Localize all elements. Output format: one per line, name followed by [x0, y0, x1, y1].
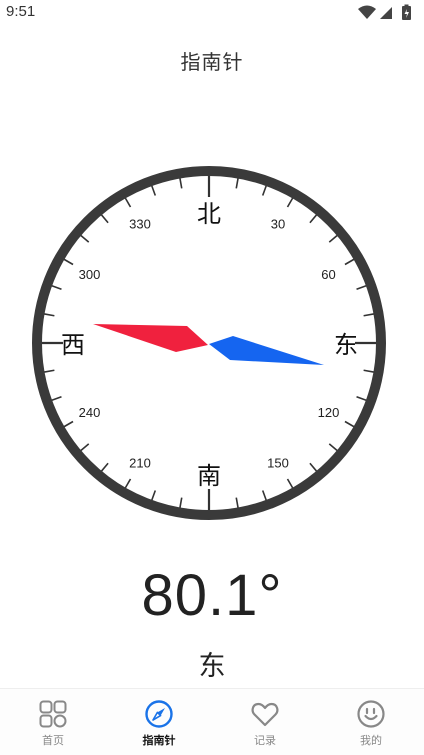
compass-tick	[261, 184, 268, 196]
nav-item-profile[interactable]: 我的	[318, 689, 424, 755]
compass-tick	[328, 234, 339, 243]
compass-tick	[286, 478, 294, 489]
page-title: 指南针	[180, 50, 244, 74]
compass-tick	[309, 462, 318, 473]
degree-label: 60	[321, 267, 335, 282]
status-icons	[358, 4, 411, 20]
nav-label-profile: 我的	[360, 734, 382, 747]
compass-icon	[145, 700, 173, 728]
compass-tick	[124, 478, 132, 489]
degree-label: 300	[79, 267, 101, 282]
status-time: 9:51	[6, 3, 36, 20]
compass-tick	[356, 284, 368, 291]
grid-home-icon	[39, 700, 67, 728]
nav-label-home: 首页	[42, 734, 64, 747]
wifi-icon	[358, 5, 376, 19]
compass-tick	[150, 184, 157, 196]
compass-tick	[235, 177, 239, 189]
compass-tick	[344, 420, 355, 428]
compass-tick	[235, 497, 239, 509]
smiley-profile-icon	[357, 700, 385, 728]
compass-tick	[328, 443, 339, 452]
heading-reading: 80.1°	[141, 563, 283, 628]
compass-tick	[100, 213, 109, 224]
compass-tick	[50, 395, 62, 402]
compass-tick	[261, 490, 268, 502]
compass-tick	[79, 443, 90, 452]
degree-label: 330	[129, 216, 151, 231]
nav-label-compass: 指南针	[142, 734, 176, 747]
needle-north	[93, 324, 208, 352]
nav-item-home[interactable]: 首页	[0, 689, 106, 755]
compass-screen: 9:51 指南针 30 60 120 150 210 240 300 330 北 南 西	[0, 0, 424, 755]
compass-tick	[179, 497, 183, 509]
battery-icon	[402, 4, 411, 20]
nav-item-compass[interactable]: 指南针	[106, 689, 212, 755]
cell-signal-icon	[380, 7, 392, 19]
cardinal-west: 西	[61, 331, 85, 359]
degree-label: 120	[318, 405, 340, 420]
compass-tick	[43, 313, 55, 317]
compass-dial: 30 60 120 150 210 240 300 330 北 南 西 东	[32, 166, 386, 520]
compass-tick	[79, 234, 90, 243]
compass-tick	[356, 395, 368, 402]
compass-tick	[286, 197, 294, 208]
cardinal-east: 东	[334, 331, 358, 359]
degree-label: 30	[271, 216, 285, 231]
compass-tick	[179, 177, 183, 189]
needle-south	[209, 336, 324, 365]
compass-tick	[363, 313, 375, 317]
compass-tick	[63, 420, 74, 428]
heart-icon	[251, 702, 279, 727]
degree-label: 210	[129, 456, 151, 471]
compass-tick	[344, 258, 355, 266]
nav-label-records: 记录	[254, 734, 276, 747]
degree-label: 240	[79, 405, 101, 420]
bottom-nav: 首页 指南针 记录 我的	[0, 688, 424, 755]
compass-tick	[124, 197, 132, 208]
compass-tick	[309, 213, 318, 224]
degree-label: 150	[267, 456, 289, 471]
nav-item-records[interactable]: 记录	[212, 689, 318, 755]
status-bar: 9:51	[0, 0, 424, 26]
compass-tick	[63, 258, 74, 266]
compass-tick	[100, 462, 109, 473]
compass-tick	[50, 284, 62, 291]
cardinal-north: 北	[197, 200, 221, 228]
compass-tick	[363, 369, 375, 373]
degree-labels: 30 60 120 150 210 240 300 330	[79, 216, 340, 470]
cardinal-south: 南	[197, 462, 221, 490]
compass-tick	[43, 369, 55, 373]
compass-tick	[150, 490, 157, 502]
heading-direction: 东	[198, 651, 226, 682]
